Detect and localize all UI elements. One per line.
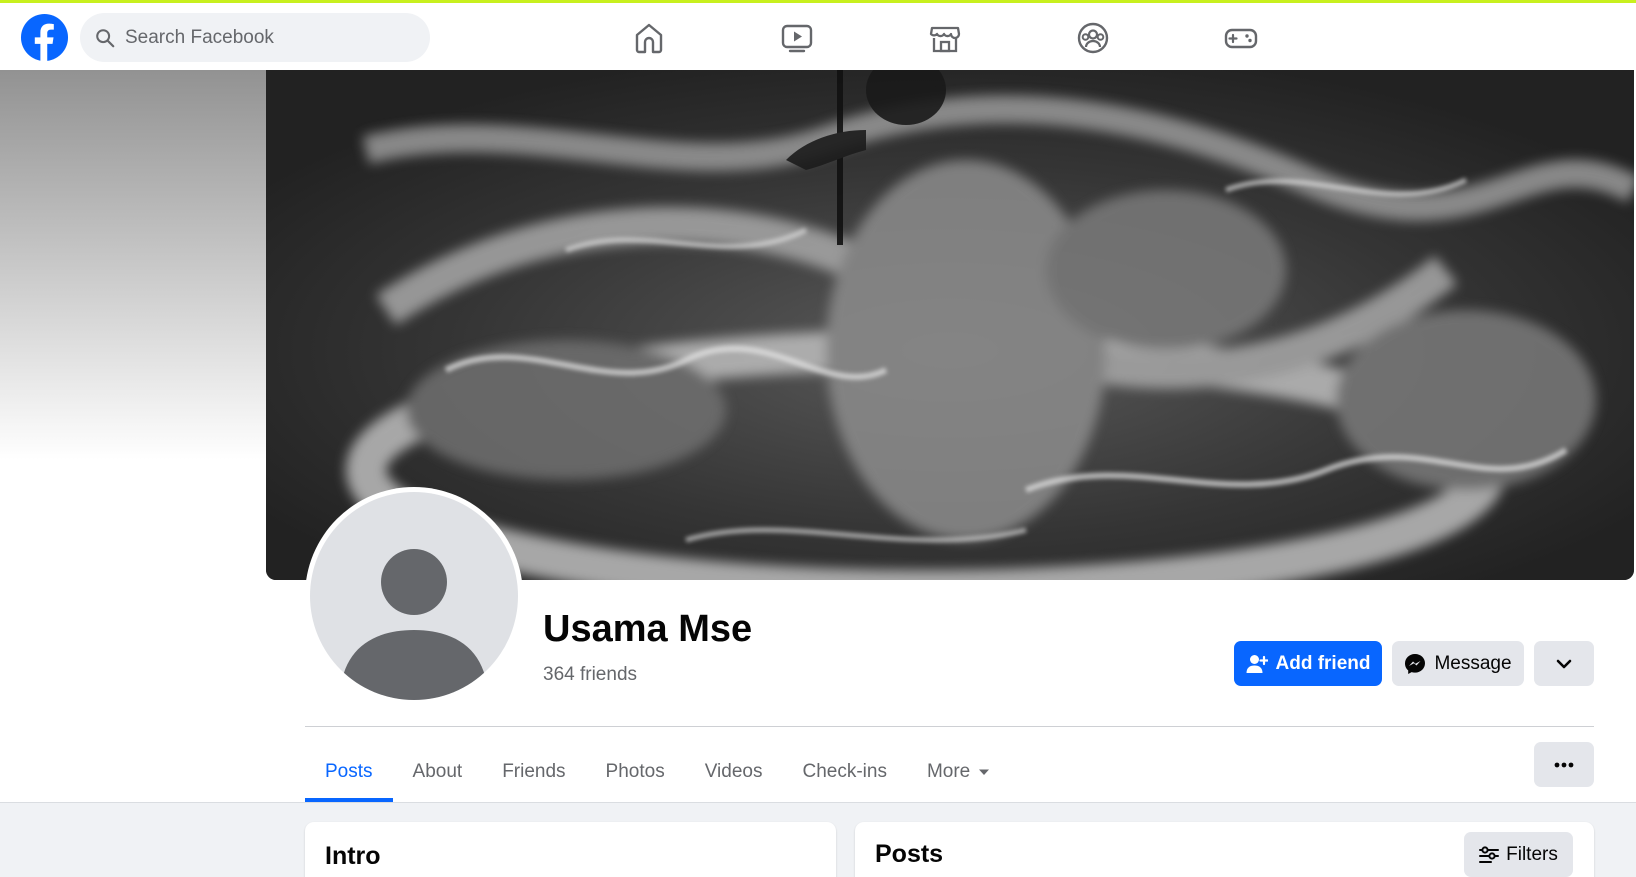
messenger-icon: [1405, 653, 1426, 674]
tab-checkins[interactable]: Check-ins: [782, 742, 906, 802]
tab-label: Posts: [325, 761, 373, 782]
filters-label: Filters: [1506, 843, 1558, 865]
marketplace-icon[interactable]: [927, 20, 963, 56]
tab-posts[interactable]: Posts: [305, 742, 393, 802]
add-friend-label: Add friend: [1275, 652, 1371, 674]
default-avatar-icon: [310, 492, 518, 700]
tab-label: Friends: [502, 761, 566, 782]
tab-label: Check-ins: [802, 761, 887, 782]
tab-label: More: [926, 761, 971, 782]
groups-icon[interactable]: [1075, 20, 1111, 56]
tab-photos[interactable]: Photos: [586, 742, 685, 802]
message-button[interactable]: Message: [1392, 641, 1524, 686]
friends-count[interactable]: 364 friends: [543, 664, 637, 686]
home-icon[interactable]: [631, 20, 667, 56]
tab-label: About: [412, 761, 463, 782]
message-label: Message: [1434, 652, 1512, 674]
profile-options-dropdown[interactable]: [1534, 641, 1594, 686]
tab-label: Videos: [704, 761, 763, 782]
gaming-icon[interactable]: [1223, 20, 1259, 56]
search-bar[interactable]: [80, 13, 430, 62]
more-options-button[interactable]: [1534, 742, 1594, 787]
profile-tabs: Posts About Friends Photos Videos Check-…: [305, 742, 1010, 802]
intro-title: Intro: [325, 842, 381, 870]
caret-down-icon: [979, 769, 990, 775]
filters-button[interactable]: Filters: [1464, 832, 1573, 877]
profile-name: Usama Mse: [543, 608, 753, 650]
facebook-logo-icon[interactable]: [20, 13, 69, 62]
tab-label: Photos: [605, 761, 665, 782]
video-icon[interactable]: [779, 20, 815, 56]
add-friend-icon: [1246, 654, 1268, 673]
left-gradient-bg: [0, 70, 266, 460]
tab-friends[interactable]: Friends: [482, 742, 585, 802]
tab-videos[interactable]: Videos: [685, 742, 783, 802]
add-friend-button[interactable]: Add friend: [1234, 641, 1382, 686]
posts-title: Posts: [875, 840, 944, 868]
search-input[interactable]: [125, 26, 405, 49]
chevron-down-icon: [1556, 659, 1572, 668]
ellipsis-icon: [1554, 762, 1574, 767]
intro-card: Intro: [305, 822, 836, 877]
filters-icon: [1479, 845, 1500, 863]
profile-avatar[interactable]: [305, 487, 523, 705]
search-icon: [96, 28, 115, 47]
tab-more[interactable]: More: [907, 742, 1010, 802]
header-divider: [305, 726, 1594, 727]
posts-card: Posts Filters: [855, 822, 1594, 877]
tab-about[interactable]: About: [393, 742, 483, 802]
top-navbar: [0, 3, 1636, 70]
